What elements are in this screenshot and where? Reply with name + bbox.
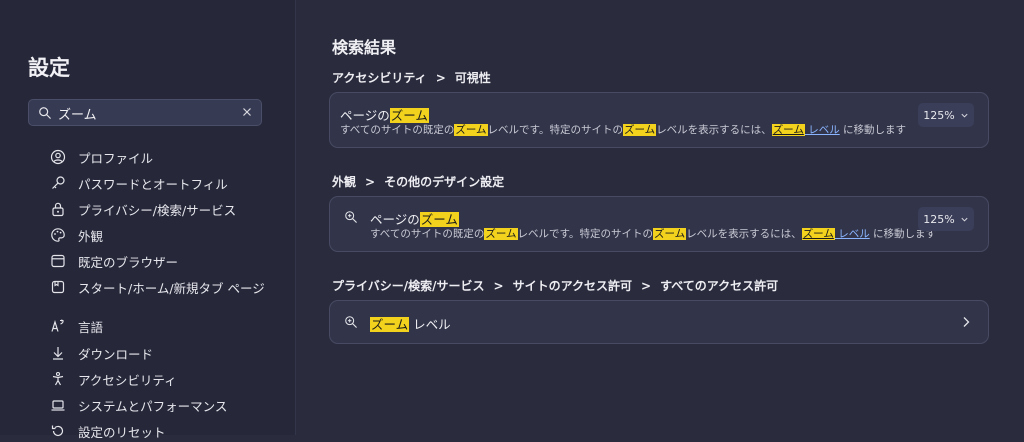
sidebar-item-default-browser[interactable]: 既定のブラウザー (50, 250, 290, 272)
sidebar-item-downloads[interactable]: ダウンロード (50, 342, 290, 364)
search-highlight: ズーム (419, 212, 459, 227)
laptop-icon (50, 397, 66, 413)
sidebar-item-system[interactable]: システムとパフォーマンス (50, 394, 290, 416)
page-title: 検索結果 (332, 38, 397, 57)
description-text: すべてのサイトの既定の (370, 228, 485, 240)
sidebar-item-passwords[interactable]: パスワードとオートフィル (50, 172, 290, 194)
zoom-dropdown[interactable]: 125% (918, 103, 974, 127)
sidebar-item-label: アクセシビリティ (78, 372, 177, 388)
breadcrumb-separator: > (641, 279, 652, 293)
sidebar-item-start-home[interactable]: スタート/ホーム/新規タブ ページ (50, 276, 290, 298)
search-input[interactable]: ズーム (28, 99, 262, 126)
profile-icon (50, 149, 66, 165)
zoom-dropdown-value: 125% (923, 108, 955, 122)
search-highlight: ズーム (801, 228, 835, 240)
description-text: レベルです。特定のサイトの (487, 124, 623, 136)
close-icon[interactable] (239, 104, 255, 120)
search-highlight: ズーム (484, 228, 518, 240)
zoom-dropdown-value: 125% (923, 212, 955, 226)
setting-title-text: ページの (370, 212, 420, 227)
browser-icon (50, 253, 66, 269)
chevron-down-icon (961, 217, 968, 222)
description-text: レベルを表示するには、 (686, 228, 802, 240)
search-icon (39, 107, 51, 119)
chevron-down-icon (961, 113, 968, 118)
sidebar-item-label: 設定のリセット (78, 424, 166, 440)
sidebar-item-languages[interactable]: 言語 (50, 315, 290, 337)
sidebar-item-label: 言語 (78, 319, 104, 335)
breadcrumb-item: 外観 (332, 175, 357, 189)
search-results-panel: 検索結果 アクセシビリティ > 可視性 ページのズーム すべてのサイトの既定のズーム… (296, 0, 1024, 435)
description-text: に移動します (839, 124, 907, 136)
breadcrumb-item: その他のデザイン設定 (384, 175, 505, 189)
breadcrumb-separator: > (435, 71, 446, 85)
zoom-in-icon (345, 316, 357, 328)
home-icon (50, 279, 66, 295)
description-text: レベルを表示するには、 (656, 124, 772, 136)
breadcrumb-item: 可視性 (454, 71, 491, 85)
description-text: レベルです。特定のサイトの (517, 228, 653, 240)
setting-card-zoom-levels[interactable]: ズーム レベル (329, 300, 989, 344)
key-icon (50, 175, 66, 191)
breadcrumb: アクセシビリティ > 可視性 (332, 69, 491, 86)
zoom-in-icon (345, 211, 357, 223)
search-highlight: ズーム (653, 228, 687, 240)
sidebar-item-label: 外観 (78, 228, 104, 244)
download-icon (50, 345, 66, 361)
sidebar-item-profile[interactable]: プロファイル (50, 146, 290, 168)
sidebar-item-privacy[interactable]: プライバシー/検索/サービス (50, 198, 290, 220)
setting-card-page-zoom-appearance: ページのズーム すべてのサイトの既定のズームレベルです。特定のサイトのズームレベ… (329, 196, 989, 252)
breadcrumb-separator: > (365, 175, 376, 189)
sidebar-item-reset[interactable]: 設定のリセット (50, 420, 290, 442)
accessibility-icon (50, 371, 66, 387)
setting-card-page-zoom: ページのズーム すべてのサイトの既定のズームレベルです。特定のサイトのズームレベ… (329, 92, 989, 148)
breadcrumb-item: アクセシビリティ (332, 71, 427, 85)
description-text: すべてのサイトの既定の (340, 124, 455, 136)
breadcrumb-item: サイトのアクセス許可 (512, 279, 632, 293)
sidebar-item-label: パスワードとオートフィル (78, 176, 228, 192)
chevron-right-icon[interactable] (960, 315, 972, 329)
setting-description: すべてのサイトの既定のズームレベルです。特定のサイトのズームレベルを表示するには… (340, 122, 906, 137)
breadcrumb-item: すべてのアクセス許可 (660, 279, 779, 293)
search-highlight: ズーム (370, 317, 410, 332)
search-highlight: ズーム (771, 124, 805, 136)
breadcrumb-item: プライバシー/検索/サービス (332, 279, 485, 293)
sidebar-item-label: 既定のブラウザー (78, 254, 179, 270)
sidebar: 設定 ズーム プロファイル パスワードとオートフィル プライバシー/検索/サービ… (0, 0, 296, 440)
sidebar-item-label: プロファイル (78, 150, 154, 166)
lock-icon (50, 201, 66, 217)
breadcrumb: プライバシー/検索/サービス > サイトのアクセス許可 > すべてのアクセス許可 (332, 277, 778, 294)
setting-title-text: レベル (409, 317, 451, 332)
zoom-level-link[interactable]: ズーム レベル (801, 228, 870, 240)
language-icon (50, 318, 66, 334)
settings-title: 設定 (28, 56, 70, 80)
breadcrumb: 外観 > その他のデザイン設定 (332, 173, 504, 190)
sidebar-item-label: スタート/ホーム/新規タブ ページ (78, 280, 265, 296)
sidebar-item-label: ダウンロード (78, 346, 154, 362)
sidebar-item-accessibility[interactable]: アクセシビリティ (50, 368, 290, 390)
link-text: レベル (804, 124, 840, 136)
palette-icon (50, 227, 66, 243)
setting-title: ズーム レベル (370, 314, 451, 333)
search-highlight: ズーム (623, 124, 657, 136)
reset-icon (50, 423, 66, 439)
breadcrumb-separator: > (493, 279, 504, 293)
link-text: レベル (834, 228, 870, 240)
zoom-dropdown[interactable]: 125% (918, 207, 974, 231)
search-highlight: ズーム (389, 108, 429, 123)
search-value: ズーム (58, 108, 97, 123)
setting-description: すべてのサイトの既定のズームレベルです。特定のサイトのズームレベルを表示するには… (370, 226, 936, 241)
setting-title-text: ページの (340, 108, 390, 123)
zoom-level-link[interactable]: ズーム レベル (771, 124, 840, 136)
sidebar-item-label: プライバシー/検索/サービス (78, 202, 237, 218)
sidebar-item-appearance[interactable]: 外観 (50, 224, 290, 246)
search-highlight: ズーム (454, 124, 488, 136)
sidebar-item-label: システムとパフォーマンス (78, 398, 228, 414)
